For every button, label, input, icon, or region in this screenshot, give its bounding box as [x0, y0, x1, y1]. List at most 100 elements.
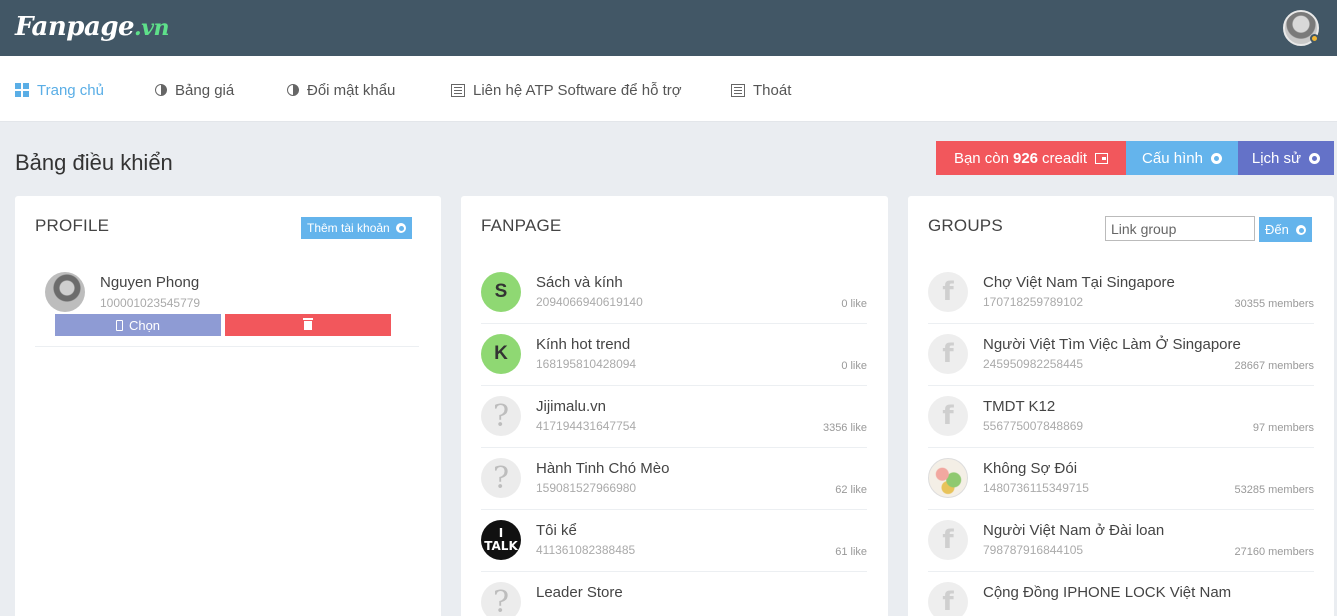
facebook-icon: f	[928, 582, 968, 616]
item-id: 1480736115349715	[983, 481, 1089, 495]
phone-icon	[115, 319, 123, 331]
panel-title: PROFILE	[35, 216, 110, 235]
item-id: 411361082388485	[536, 543, 636, 557]
profile-name: Nguyen Phong	[100, 274, 200, 291]
config-button[interactable]: Cấu hình	[1126, 141, 1238, 175]
main-nav: Trang chủ Bảng giá Đổi mật khẩu Liên hệ …	[0, 56, 1337, 122]
list-item[interactable]: S Sách và kính 2094066940619140 0 like	[481, 262, 867, 324]
config-label: Cấu hình	[1142, 149, 1203, 167]
item-id: 2094066940619140	[536, 295, 643, 309]
delete-button[interactable]	[225, 314, 391, 336]
list-item[interactable]: f Chợ Việt Nam Tại Singapore 17071825978…	[928, 262, 1314, 324]
item-name: Leader Store	[536, 584, 623, 601]
member-count: 27160 members	[1234, 546, 1315, 558]
history-button[interactable]: Lịch sử	[1238, 141, 1334, 175]
user-avatar[interactable]	[1283, 10, 1319, 46]
fanpage-panel: FANPAGE S Sách và kính 2094066940619140 …	[461, 196, 888, 616]
groups-panel: GROUPS Đến f Chợ Việt Nam Tại Singapore …	[908, 196, 1334, 616]
nav-item-contact[interactable]: Liên hệ ATP Software để hỗ trợ	[451, 80, 682, 100]
item-name: Chợ Việt Nam Tại Singapore	[983, 274, 1175, 291]
item-name: Không Sợ Đói	[983, 460, 1078, 477]
item-name: Sách và kính	[536, 274, 623, 291]
select-button[interactable]: Chọn	[55, 314, 221, 336]
item-name: Cộng Đồng IPHONE LOCK Việt Nam	[983, 584, 1232, 601]
brand-logo[interactable]: Fanpage.vn	[15, 12, 169, 42]
select-label: Chọn	[128, 317, 161, 333]
list-item[interactable]: ? Hành Tinh Chó Mèo 159081527966980 62 l…	[481, 448, 867, 510]
profile-row: Nguyen Phong 100001023545779 Chọn	[35, 264, 419, 347]
list-item[interactable]: ? Leader Store	[481, 572, 867, 616]
item-id: 168195810428094	[536, 357, 637, 371]
credit-button[interactable]: Bạn còn 926 creadit	[936, 141, 1126, 175]
list-item[interactable]: f Người Việt Nam ở Đài loan 798787916844…	[928, 510, 1314, 572]
profile-id: 100001023545779	[100, 296, 201, 310]
credit-suffix: creadit	[1042, 149, 1088, 167]
facebook-icon: f	[928, 520, 968, 560]
like-count: 3356 like	[822, 422, 867, 434]
like-count: 0 like	[841, 298, 867, 310]
gear-icon	[1309, 152, 1321, 164]
nav-item-label: Thoát	[753, 81, 792, 99]
like-count: 62 like	[835, 484, 867, 496]
avatar	[45, 272, 85, 312]
list-item[interactable]: f TMDT K12 556775007848869 97 members	[928, 386, 1314, 448]
nav-item-home[interactable]: Trang chủ	[15, 80, 104, 100]
credit-value: 926	[1012, 149, 1039, 167]
profile-panel: PROFILE Thêm tài khoản Nguyen Phong 1000…	[15, 196, 441, 616]
item-id: 417194431647754	[536, 419, 637, 433]
item-name: Kính hot trend	[536, 336, 631, 353]
facebook-icon: f	[928, 334, 968, 374]
item-name: Người Việt Tìm Việc Làm Ở Singapore	[983, 336, 1241, 353]
groups-list: f Chợ Việt Nam Tại Singapore 17071825978…	[928, 262, 1314, 616]
gear-icon	[395, 223, 406, 233]
like-count: 0 like	[841, 360, 867, 372]
question-mark-icon: ?	[481, 458, 521, 498]
list-item[interactable]: ? Jijimalu.vn 417194431647754 3356 like	[481, 386, 867, 448]
wallet-icon	[1095, 152, 1109, 164]
add-account-label: Thêm tài khoản	[307, 221, 390, 235]
panel-title: FANPAGE	[481, 216, 562, 235]
add-account-button[interactable]: Thêm tài khoản	[301, 217, 412, 239]
item-name: TMDT K12	[983, 398, 1056, 415]
nav-item-pricing[interactable]: Bảng giá	[155, 80, 234, 100]
question-mark-icon: ?	[481, 582, 521, 616]
history-label: Lịch sử	[1251, 149, 1302, 167]
top-bar: Fanpage.vn	[0, 0, 1337, 56]
half-circle-icon	[155, 84, 167, 96]
dashboard-icon	[15, 83, 29, 97]
list-item[interactable]: I TALK Tôi kể 411361082388485 61 like	[481, 510, 867, 572]
item-name: Hành Tinh Chó Mèo	[536, 460, 670, 477]
list-item[interactable]: f Cộng Đồng IPHONE LOCK Việt Nam	[928, 572, 1314, 616]
list-item[interactable]: f Người Việt Tìm Việc Làm Ở Singapore 24…	[928, 324, 1314, 386]
member-count: 53285 members	[1234, 484, 1315, 496]
nav-item-label: Trang chủ	[37, 81, 104, 99]
list-item[interactable]: K Kính hot trend 168195810428094 0 like	[481, 324, 867, 386]
half-circle-icon	[287, 84, 299, 96]
nav-item-label: Bảng giá	[175, 81, 235, 99]
like-count: 61 like	[835, 546, 867, 558]
member-count: 28667 members	[1234, 360, 1315, 372]
nav-item-label: Đổi mật khẩu	[307, 81, 396, 99]
go-button[interactable]: Đến	[1259, 217, 1312, 242]
item-id: 245950982258445	[983, 357, 1084, 371]
nav-item-change-password[interactable]: Đổi mật khẩu	[287, 80, 395, 100]
avatar: K	[481, 334, 521, 374]
status-dot	[1310, 34, 1319, 43]
document-icon	[451, 83, 465, 97]
list-item[interactable]: Không Sợ Đói 1480736115349715 53285 memb…	[928, 448, 1314, 510]
nav-item-logout[interactable]: Thoát	[731, 80, 791, 100]
go-label: Đến	[1265, 222, 1289, 237]
nav-item-label: Liên hệ ATP Software để hỗ trợ	[473, 81, 682, 99]
facebook-icon: f	[928, 272, 968, 312]
item-name: Jijimalu.vn	[536, 398, 607, 415]
gear-icon	[1295, 224, 1306, 235]
member-count: 30355 members	[1234, 298, 1315, 310]
item-name: Người Việt Nam ở Đài loan	[983, 522, 1165, 539]
item-id: 798787916844105	[983, 543, 1084, 557]
item-name: Tôi kể	[536, 522, 577, 539]
trash-icon	[303, 317, 313, 330]
avatar	[928, 458, 968, 498]
item-id: 159081527966980	[536, 481, 637, 495]
avatar: S	[481, 272, 521, 312]
link-group-input[interactable]	[1105, 216, 1255, 241]
